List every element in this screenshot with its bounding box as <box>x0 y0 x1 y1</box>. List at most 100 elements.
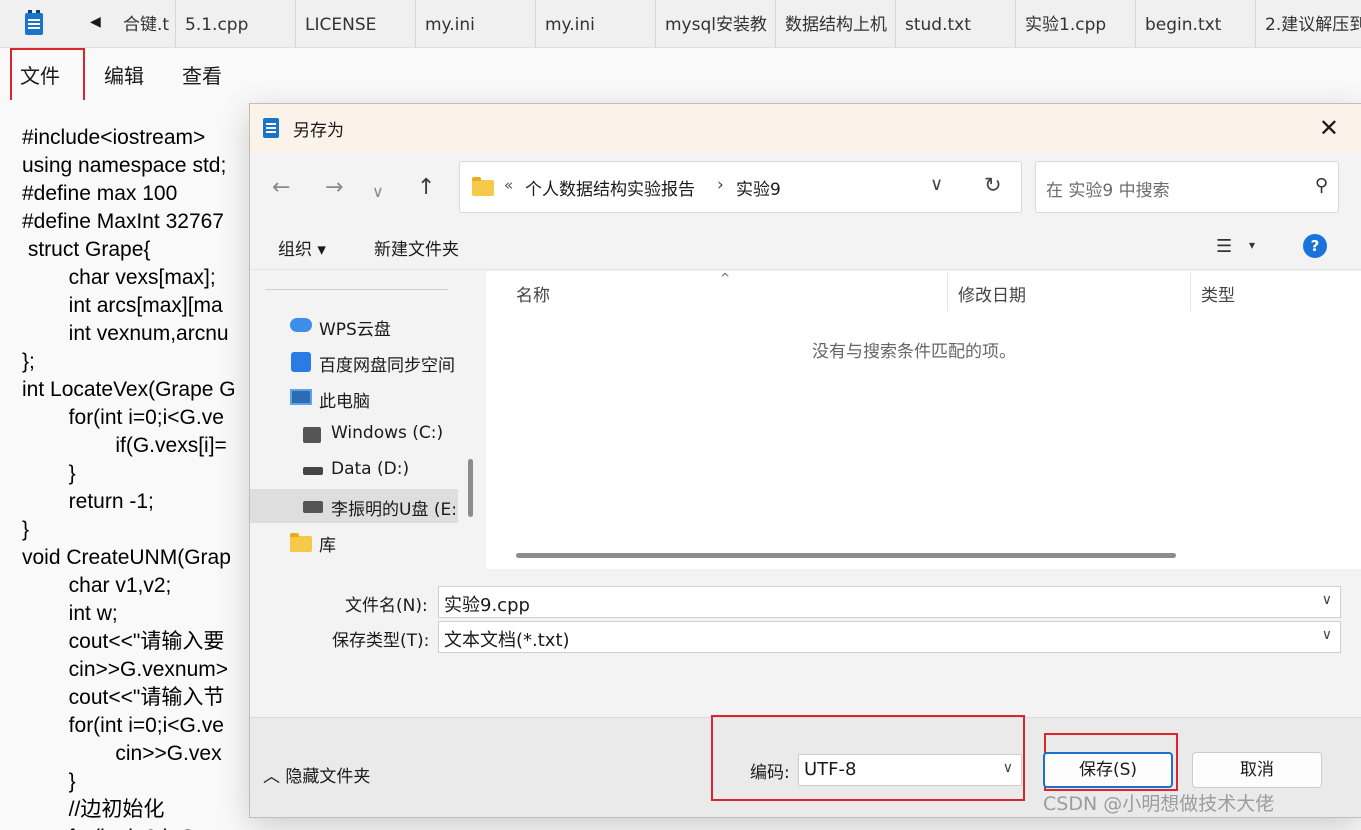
tab-hejian[interactable]: 合键.t <box>114 0 176 47</box>
up-arrow-icon[interactable]: ↑ <box>417 174 435 202</box>
code-line: } <box>22 518 30 541</box>
encoding-label: 编码: <box>750 763 790 783</box>
breadcrumb-report-folder[interactable]: 个人数据结构实验报告 <box>525 175 695 200</box>
close-icon[interactable]: ✕ <box>1319 114 1339 142</box>
search-icon[interactable]: ⚲ <box>1315 175 1328 196</box>
code-line: struct Grape{ <box>22 238 151 261</box>
tab-mysql-install[interactable]: mysql安装教 <box>656 0 776 47</box>
code-line: void CreateUNM(Grap <box>22 546 231 569</box>
organize-button[interactable]: 组织 ▾ <box>278 235 326 260</box>
code-line: }; <box>22 350 35 373</box>
code-line: cin>>G.vexnum> <box>22 658 229 681</box>
nav-pane-scrollbar[interactable] <box>468 459 473 517</box>
tab-shiyan1-cpp[interactable]: 实验1.cpp <box>1016 0 1136 47</box>
code-line: int vexnum,arcnu <box>22 322 229 345</box>
hide-folders-toggle[interactable]: ︿ 隐藏文件夹 <box>263 762 370 787</box>
back-arrow-icon[interactable]: ← <box>272 174 290 202</box>
nav-item-windows-c[interactable]: Windows (C:) <box>250 417 458 451</box>
code-line: cout<<"请输入节 <box>22 686 225 709</box>
nav-item-label: 此电脑 <box>319 392 370 412</box>
notepad-app-icon <box>25 9 43 35</box>
code-line: int arcs[max][ma <box>22 294 223 317</box>
code-line: } <box>22 462 76 485</box>
tab-bar: ◀ 合键.t 5.1.cpp LICENSE my.ini my.ini mys… <box>0 0 1361 48</box>
refresh-icon[interactable]: ↻ <box>984 173 1002 197</box>
view-options-icon[interactable]: ☰ <box>1216 236 1232 257</box>
dialog-title: 另存为 <box>293 120 344 141</box>
search-input[interactable]: 在 实验9 中搜索 <box>1046 176 1170 201</box>
nav-item-libraries[interactable]: 库 <box>250 525 458 559</box>
nav-item-baidu-sync[interactable]: 百度网盘同步空间 <box>250 345 458 379</box>
cancel-button[interactable]: 取消 <box>1192 752 1322 788</box>
nav-item-wps-cloud[interactable]: WPS云盘 <box>250 309 458 343</box>
dialog-title-bar: 另存为 ✕ <box>250 104 1361 152</box>
address-bar[interactable]: « 个人数据结构实验报告 › 实验9 ∨ ↻ <box>459 161 1022 213</box>
tab-unzip-advice[interactable]: 2.建议解压到 <box>1256 0 1361 47</box>
tab-stud-txt[interactable]: stud.txt <box>896 0 1016 47</box>
help-icon[interactable]: ? <box>1303 234 1327 258</box>
encoding-dropdown-chevron-icon[interactable]: ∨ <box>1003 760 1013 776</box>
filename-dropdown-chevron-icon[interactable]: ∨ <box>1322 592 1332 608</box>
address-dropdown-chevron-icon[interactable]: ∨ <box>930 174 943 195</box>
code-line: cout<<"请输入要 <box>22 630 225 653</box>
column-separator[interactable] <box>947 273 948 311</box>
chevron-up-icon: ︿ <box>263 767 280 787</box>
save-as-dialog: 另存为 ✕ ← → ∨ ↑ « 个人数据结构实验报告 › 实验9 ∨ ↻ 在 实… <box>249 103 1361 818</box>
nav-item-label: Data (D:) <box>331 459 410 479</box>
filename-field[interactable]: 实验9.cpp ∨ <box>438 586 1341 618</box>
filetype-select[interactable]: 文本文档(*.txt) ∨ <box>438 621 1341 653</box>
column-separator[interactable] <box>1190 273 1191 311</box>
search-box[interactable]: 在 实验9 中搜索 ⚲ <box>1035 161 1339 213</box>
tab-list: 合键.t 5.1.cpp LICENSE my.ini my.ini mysql… <box>114 0 1361 47</box>
encoding-select[interactable]: UTF-8 ∨ <box>798 754 1022 786</box>
filetype-dropdown-chevron-icon[interactable]: ∨ <box>1322 627 1332 643</box>
file-list-horizontal-scrollbar[interactable] <box>516 553 1176 558</box>
tab-begin-txt[interactable]: begin.txt <box>1136 0 1256 47</box>
tab-5-1-cpp[interactable]: 5.1.cpp <box>176 0 296 47</box>
view-options-dropdown-icon[interactable]: ▾ <box>1249 238 1255 252</box>
column-header-name[interactable]: 名称 <box>516 281 550 306</box>
filename-value[interactable]: 实验9.cpp <box>444 591 530 617</box>
usb-drive-icon <box>303 501 323 513</box>
tab-my-ini-1[interactable]: my.ini <box>416 0 536 47</box>
folder-icon <box>472 177 494 196</box>
notepad-icon <box>263 118 279 138</box>
forward-arrow-icon[interactable]: → <box>325 174 343 202</box>
code-line: //边初始化 <box>22 798 165 821</box>
baidu-netdisk-icon <box>291 352 311 372</box>
menu-view[interactable]: 查看 <box>163 60 241 89</box>
breadcrumb-shiyan9[interactable]: 实验9 <box>736 175 781 200</box>
file-form: 文件名(N): 实验9.cpp ∨ 保存类型(T): 文本文档(*.txt) ∨ <box>250 569 1361 717</box>
column-header-type[interactable]: 类型 <box>1201 281 1235 306</box>
nav-item-usb-e[interactable]: 李振明的U盘 (E: <box>250 489 458 523</box>
code-line: return -1; <box>22 490 154 513</box>
tab-my-ini-2[interactable]: my.ini <box>536 0 656 47</box>
library-folder-icon <box>290 533 312 552</box>
code-line: } <box>22 770 76 793</box>
new-folder-button[interactable]: 新建文件夹 <box>374 235 459 260</box>
navigation-pane: WPS云盘 百度网盘同步空间 此电脑 Windows (C:) Data (D:… <box>250 271 460 569</box>
code-line: for(int i=0;i<G.ve <box>22 406 224 429</box>
tab-data-structure[interactable]: 数据结构上机 <box>776 0 896 47</box>
tab-scroll-left-icon[interactable]: ◀ <box>90 14 101 30</box>
sort-ascending-icon: ^ <box>720 271 731 285</box>
dialog-toolbar: 组织 ▾ 新建文件夹 ☰ ▾ ? <box>250 224 1361 270</box>
code-line: char v1,v2; <box>22 574 172 597</box>
breadcrumb-overflow[interactable]: « <box>504 176 513 194</box>
nav-item-label: 百度网盘同步空间 <box>319 356 455 376</box>
breadcrumb-separator-icon[interactable]: › <box>717 175 724 195</box>
text-editor[interactable]: #include<iostream> using namespace std; #d… <box>0 100 260 830</box>
nav-item-label: Windows (C:) <box>331 423 444 443</box>
menu-edit[interactable]: 编辑 <box>85 60 163 89</box>
recent-locations-chevron-icon[interactable]: ∨ <box>372 178 384 206</box>
code-line: #define max 100 <box>22 182 178 205</box>
nav-item-data-d[interactable]: Data (D:) <box>250 453 458 487</box>
code-line: #include<iostream> <box>22 126 206 149</box>
nav-item-this-pc[interactable]: 此电脑 <box>250 381 458 415</box>
save-button[interactable]: 保存(S) <box>1043 752 1173 788</box>
cloud-icon <box>290 318 312 332</box>
drive-icon <box>303 467 323 475</box>
column-header-modified[interactable]: 修改日期 <box>958 281 1026 306</box>
file-list[interactable]: ^ 名称 修改日期 类型 没有与搜索条件匹配的项。 <box>486 271 1361 569</box>
tab-license[interactable]: LICENSE <box>296 0 416 47</box>
